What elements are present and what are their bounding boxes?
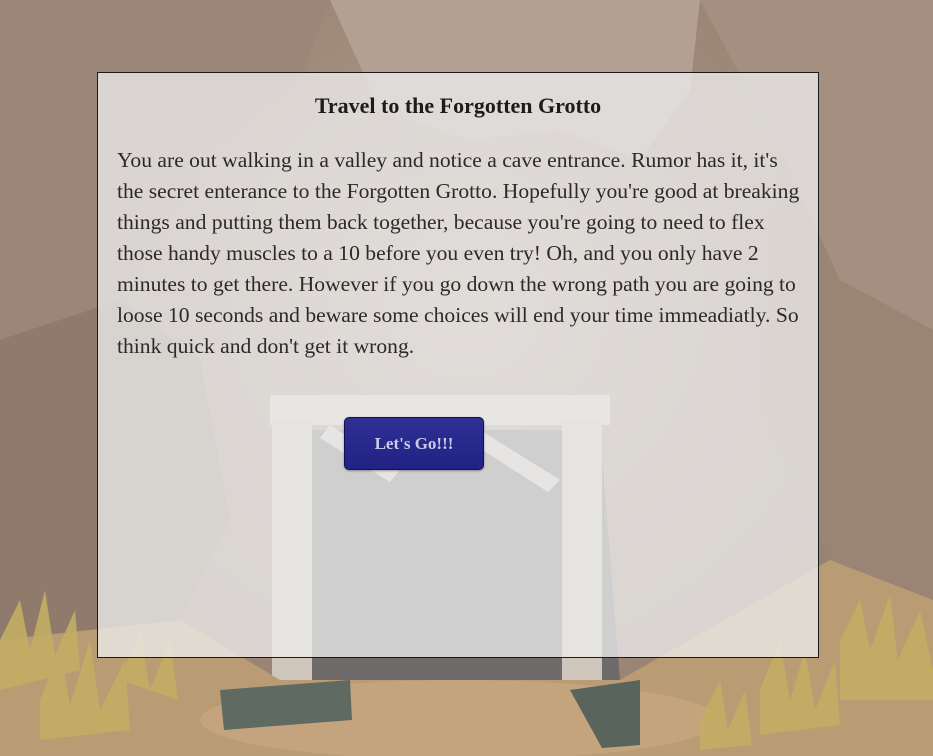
quest-intro-dialog: Travel to the Forgotten Grotto You are o…: [97, 72, 819, 658]
dialog-body-text: You are out walking in a valley and noti…: [117, 148, 800, 358]
dialog-title: Travel to the Forgotten Grotto: [314, 93, 602, 118]
lets-go-button[interactable]: Let's Go!!!: [344, 417, 484, 470]
